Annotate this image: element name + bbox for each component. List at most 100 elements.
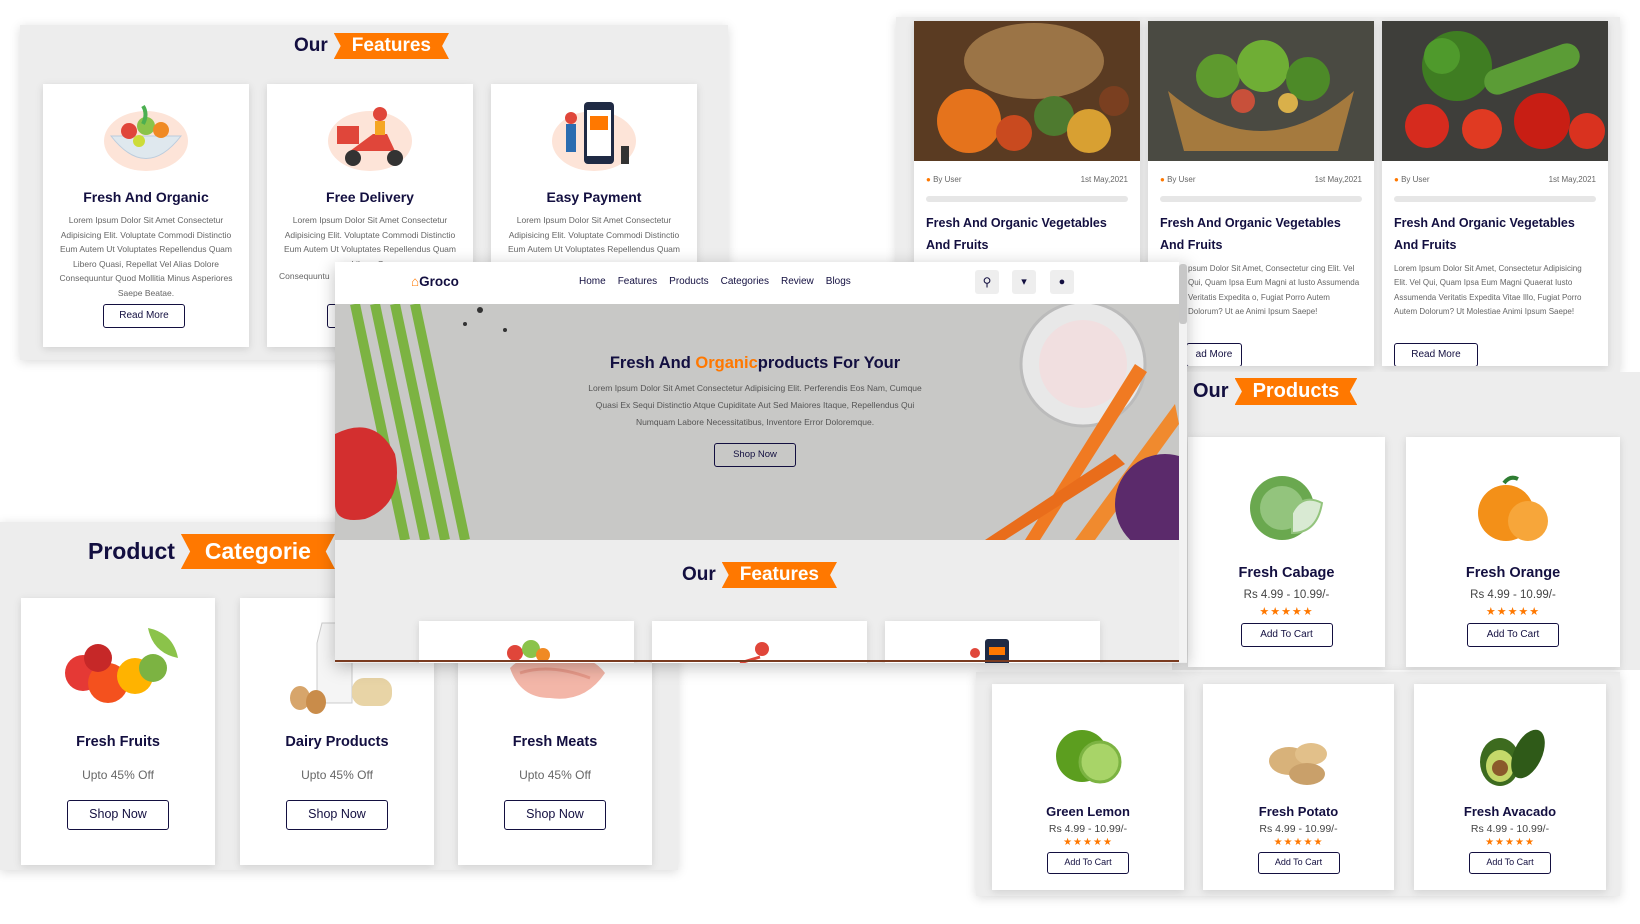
navbar: Home Features Products Categories Review…	[579, 276, 851, 287]
blog-divider	[1160, 195, 1362, 202]
blog-meta: ● By User 1st May,2021	[1148, 161, 1374, 188]
lemon-image	[1056, 730, 1122, 784]
vegetable-basket-image	[1148, 21, 1374, 161]
mobile-payment-icon	[969, 639, 1009, 663]
feature-text: Lorem Ipsum Dolor Sit Amet Consectetur A…	[284, 215, 456, 269]
pumpkin-basket-image	[914, 21, 1140, 161]
rating-stars: ★★★★★	[1259, 606, 1314, 618]
product-price: Rs 4.99 - 10.99/-	[1259, 823, 1338, 835]
rating-stars: ★★★★★	[1273, 837, 1324, 848]
cabbage-image	[1249, 476, 1323, 540]
feature-title: Free Delivery	[326, 189, 414, 205]
product-name: Fresh Cabage	[1238, 565, 1335, 581]
add-to-cart-button[interactable]: Add To Cart	[1469, 852, 1551, 874]
shop-now-button[interactable]: Shop Now	[286, 800, 388, 830]
product-name: Fresh Orange	[1465, 565, 1561, 581]
feature-title: Fresh And Organic	[83, 189, 209, 205]
cart-icon[interactable]: ▾	[1012, 270, 1036, 294]
blog-divider	[926, 195, 1128, 202]
feature-card	[652, 621, 867, 663]
nav-blogs[interactable]: Blogs	[826, 276, 851, 287]
blog-card: ● By User 1st May,2021 Fresh And Organic…	[1382, 21, 1608, 366]
feature-text: Lorem Ipsum Dolor Sit Amet Consectetur A…	[508, 215, 680, 254]
blog-title[interactable]: Fresh And Organic Vegetables And Fruits	[926, 212, 1128, 256]
shop-now-button[interactable]: Shop Now	[504, 800, 606, 830]
category-discount: Upto 45% Off	[82, 768, 154, 782]
blog-text: Lorem Ipsum Dolor Sit Amet, Consectetur …	[1394, 263, 1582, 317]
rating-stars: ★★★★★	[1485, 606, 1541, 618]
blog-meta: ● By User 1st May,2021	[1382, 161, 1608, 188]
user-icon: ●	[926, 175, 931, 184]
blog-divider	[1394, 195, 1596, 202]
search-icon[interactable]: ⚲	[975, 270, 999, 294]
category-name: Dairy Products	[285, 734, 389, 750]
hero-banner: Fresh And Organicproducts For Your Lorem…	[335, 304, 1179, 540]
category-name: Fresh Fruits	[76, 734, 160, 750]
blog-author: ● By User	[1394, 175, 1430, 184]
product-name: Fresh Avacado	[1463, 804, 1557, 819]
product-price: Rs 4.99 - 10.99/-	[1243, 589, 1330, 601]
nav-home[interactable]: Home	[579, 276, 606, 287]
user-icon[interactable]: ●	[1050, 270, 1074, 294]
salad-bowl-icon	[506, 640, 550, 662]
read-more-button[interactable]: Read More	[1394, 343, 1478, 366]
scrollbar[interactable]	[1179, 262, 1187, 662]
features-heading: Our Features	[294, 33, 449, 59]
shop-now-button[interactable]: Shop Now	[714, 443, 796, 467]
read-more-button[interactable]: ad More	[1186, 343, 1242, 366]
add-to-cart-button[interactable]: Add To Cart	[1240, 623, 1333, 647]
product-price: Rs 4.99 - 10.99/-	[1470, 589, 1556, 601]
salad-bowl-icon	[104, 104, 188, 171]
header: ⌂Groco Home Features Products Categories…	[335, 262, 1187, 304]
blog-title[interactable]: Fresh And Organic Vegetables And Fruits	[1160, 212, 1362, 256]
shop-now-button[interactable]: Shop Now	[67, 800, 169, 830]
orange-image	[1478, 475, 1548, 541]
feature-card	[885, 621, 1100, 663]
category-discount: Upto 45% Off	[301, 768, 373, 782]
category-name: Fresh Meats	[512, 734, 598, 750]
user-icon: ●	[1394, 175, 1399, 184]
nav-review[interactable]: Review	[781, 276, 814, 287]
window-bottom-border	[335, 660, 1187, 662]
delivery-scooter-icon	[739, 642, 769, 663]
user-icon: ●	[1160, 175, 1165, 184]
product-card: Green Lemon Rs 4.99 - 10.99/- ★★★★★ Add …	[992, 684, 1184, 890]
blog-title[interactable]: Fresh And Organic Vegetables And Fruits	[1394, 212, 1596, 256]
scrollbar-thumb[interactable]	[1179, 264, 1187, 324]
nav-categories[interactable]: Categories	[721, 276, 769, 287]
nav-products[interactable]: Products	[669, 276, 708, 287]
blog-author: ● By User	[1160, 175, 1196, 184]
feature-card: Fresh And Organic Lorem Ipsum Dolor Sit …	[43, 84, 249, 347]
hero-text: Lorem Ipsum Dolor Sit Amet Consectetur A…	[588, 383, 922, 427]
product-card: Fresh Avacado Rs 4.99 - 10.99/- ★★★★★ Ad…	[1414, 684, 1606, 890]
product-card: Fresh Cabage Rs 4.99 - 10.99/- ★★★★★ Add…	[1188, 437, 1385, 667]
add-to-cart-button[interactable]: Add To Cart	[1047, 852, 1129, 874]
blog-author: ● By User	[926, 175, 962, 184]
fruits-image	[65, 628, 178, 703]
blog-date: 1st May,2021	[1548, 175, 1596, 184]
product-name: Green Lemon	[1046, 804, 1130, 819]
logo[interactable]: ⌂Groco	[411, 274, 459, 289]
blog-text: psum Dolor Sit Amet, Consectetur cing El…	[1188, 263, 1360, 317]
rating-stars: ★★★★★	[1063, 837, 1113, 848]
feature-card	[419, 621, 634, 663]
broccoli-tomato-image	[1382, 21, 1608, 161]
categories-heading: Product Categorie	[88, 534, 335, 569]
main-window: ⌂Groco Home Features Products Categories…	[335, 262, 1187, 663]
products-heading: Our Products	[1193, 378, 1358, 405]
read-more-button[interactable]: Read More	[103, 304, 185, 328]
blog-meta: ● By User 1st May,2021	[914, 161, 1140, 188]
category-card: Fresh Fruits Upto 45% Off Shop Now	[21, 598, 215, 865]
delivery-scooter-icon	[328, 107, 412, 171]
nav-features[interactable]: Features	[618, 276, 657, 287]
mobile-payment-icon	[552, 102, 636, 171]
product-card: Fresh Orange Rs 4.99 - 10.99/- ★★★★★ Add…	[1406, 437, 1620, 667]
main-features-heading: Our Features	[682, 562, 837, 588]
product-name: Fresh Potato	[1258, 804, 1339, 819]
product-price: Rs 4.99 - 10.99/-	[1048, 823, 1128, 835]
add-to-cart-button[interactable]: Add To Cart	[1257, 852, 1340, 874]
potato-image	[1268, 743, 1327, 785]
category-discount: Upto 45% Off	[519, 768, 591, 782]
basket-icon: ⌂	[411, 274, 420, 289]
add-to-cart-button[interactable]: Add To Cart	[1467, 623, 1559, 647]
